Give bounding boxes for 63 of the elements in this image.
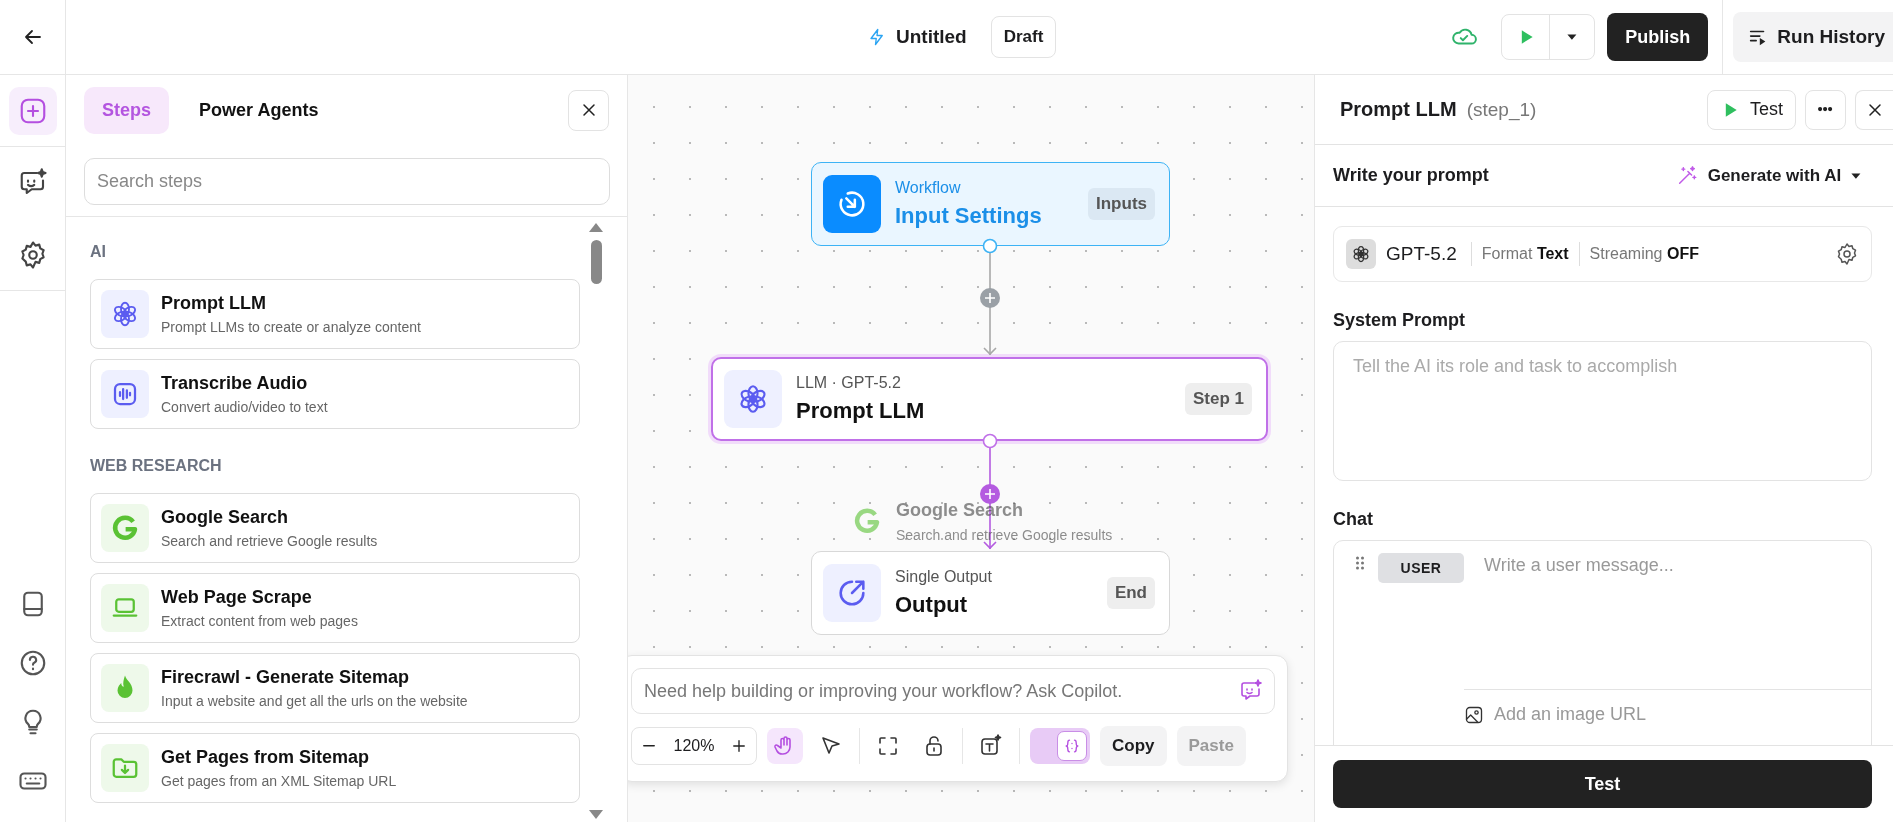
close-button[interactable] [1855, 89, 1893, 130]
section-heading: AI [90, 243, 107, 261]
text-sparkle-icon [979, 734, 1003, 758]
step-card[interactable]: Prompt LLM Prompt LLMs to create or analyze content [90, 279, 580, 349]
close-button[interactable] [568, 89, 609, 131]
settings-icon [1835, 242, 1859, 266]
more-button[interactable] [1805, 89, 1846, 130]
copy-button[interactable]: Copy [1100, 726, 1167, 766]
paste-button: Paste [1176, 726, 1246, 766]
scrollbar-thumb[interactable] [591, 240, 602, 284]
workflow-node[interactable]: Single Output Output End [811, 551, 1170, 635]
plus-icon [733, 740, 745, 752]
workflow-node[interactable]: LLM · GPT-5.2 Prompt LLM Step 1 [711, 357, 1268, 441]
flower-knot-icon [1351, 244, 1371, 264]
bolt-icon [868, 28, 886, 46]
caret-icon [1567, 34, 1578, 40]
pan-tool-button[interactable] [767, 728, 803, 764]
section-heading: WEB RESEARCH [90, 457, 223, 475]
step-card[interactable]: Get Pages from Sitemap Get pages from an XML Sitemap URL [90, 733, 580, 803]
model-settings-bar[interactable]: GPT-5.2 Format Text Streaming OFF [1333, 226, 1872, 282]
step-card[interactable]: Google Search Search and retrieve Google results [90, 493, 580, 563]
step-id: (step_1) [1466, 98, 1537, 121]
step-card[interactable]: Firecrawl - Generate Sitemap Input a website and get all the urls on the website [90, 653, 580, 723]
scroll-down-icon[interactable] [588, 809, 604, 821]
panel-title: Prompt LLM [1340, 98, 1457, 121]
streaming-setting: Streaming OFF [1589, 245, 1699, 263]
test-button[interactable]: Test [1707, 89, 1796, 130]
test-button[interactable]: Test [1333, 760, 1872, 808]
tab[interactable]: Power Agents [181, 86, 337, 134]
add-step-button[interactable] [980, 288, 1000, 308]
model-name: GPT-5.2 [1386, 243, 1457, 265]
zoom-level: 120% [672, 737, 716, 755]
workflow-title[interactable]: Untitled [896, 26, 967, 48]
message-field[interactable]: Write a user message... [1464, 541, 1871, 576]
step-card[interactable]: Web Page Scrape Extract content from web pages [90, 573, 580, 643]
g-letter-icon [852, 506, 882, 536]
publish-button[interactable]: Publish [1607, 13, 1709, 61]
section-title: Write your prompt [1333, 165, 1489, 186]
connection-handle[interactable] [982, 238, 998, 254]
fit-view-icon [876, 734, 900, 758]
format-setting: Format Text [1481, 245, 1569, 263]
json-toggle[interactable] [1030, 728, 1090, 764]
field-label: System Prompt [1333, 310, 1467, 331]
scroll-up-icon[interactable] [588, 221, 604, 233]
workflow-node[interactable]: Workflow Input Settings Inputs [811, 162, 1170, 246]
minus-icon [643, 745, 655, 747]
run-history-button[interactable]: Run History [1733, 12, 1893, 62]
role-selector[interactable]: USER [1378, 553, 1464, 583]
field-label: Chat [1333, 509, 1374, 530]
status-badge: Draft [990, 16, 1057, 58]
more-icon [1818, 107, 1833, 112]
add-step-button[interactable] [980, 484, 1000, 504]
image-icon [1464, 704, 1484, 725]
chat-face-icon [1239, 679, 1263, 703]
g-letter-icon [110, 513, 140, 543]
add-step-button[interactable] [8, 86, 57, 135]
connection-handle[interactable] [982, 433, 998, 449]
copilot-field[interactable]: Need help building or improving your workflow? Ask Copilot. [631, 668, 1275, 714]
system-prompt-field[interactable]: Tell the AI its role and task to accomplish [1333, 341, 1872, 481]
generate-with-ai-button[interactable]: Generate with AI [1675, 164, 1861, 187]
search-field[interactable]: Search steps [84, 158, 610, 205]
step-card[interactable]: Transcribe Audio Convert audio/video to text [90, 359, 580, 429]
caret-icon [1851, 172, 1861, 179]
